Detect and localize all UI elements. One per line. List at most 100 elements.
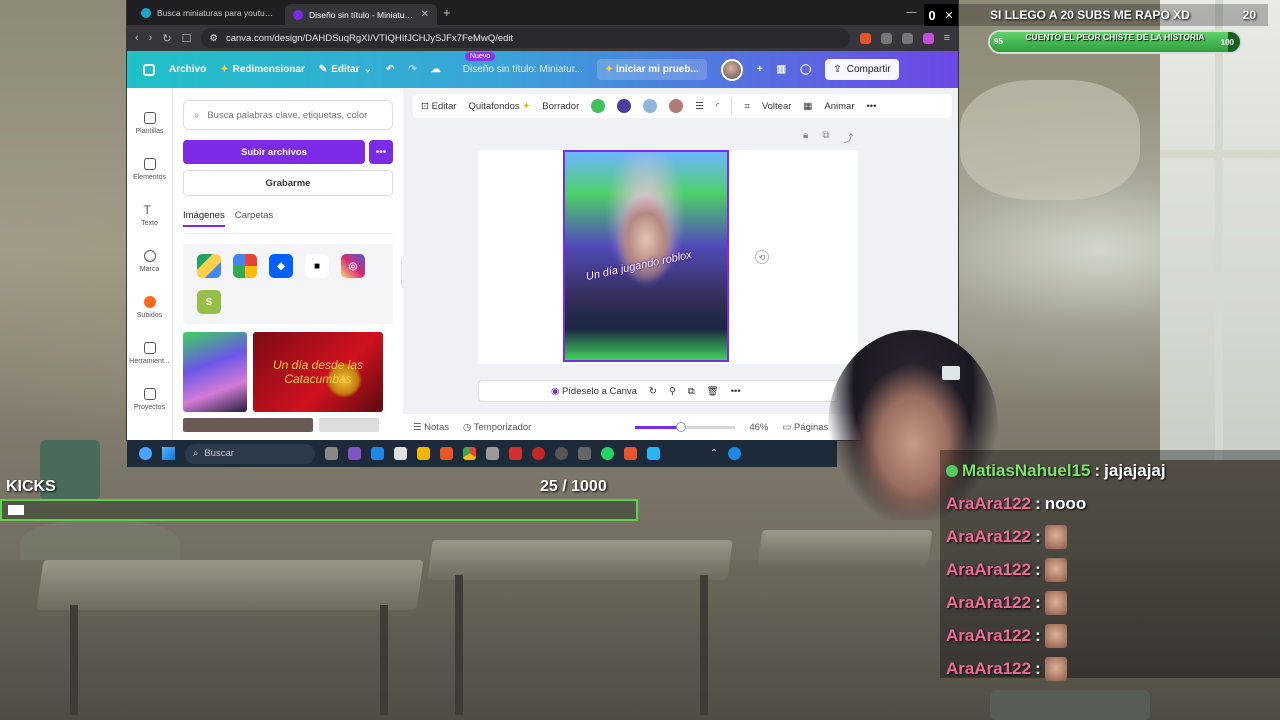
upload-thumbnail[interactable] bbox=[319, 418, 379, 432]
app-icon[interactable] bbox=[647, 447, 660, 460]
whatsapp-icon[interactable] bbox=[601, 447, 614, 460]
comment-icon[interactable]: ◯ bbox=[800, 64, 811, 75]
url-field[interactable]: ⚙ canva.com/design/DAHDSuqRgXI/VTIQHIfJC… bbox=[201, 28, 850, 48]
file-explorer-icon[interactable] bbox=[417, 447, 430, 460]
taskbar-search[interactable]: ⌕ Buscar bbox=[185, 443, 315, 464]
dropbox-icon[interactable]: ◆ bbox=[269, 254, 293, 278]
add-page-icon[interactable]: ⤴ bbox=[843, 130, 853, 145]
profile-icon[interactable] bbox=[922, 32, 934, 44]
color-swatch[interactable] bbox=[643, 99, 658, 113]
edit-image-button[interactable]: ⊡ Editar bbox=[421, 101, 456, 112]
record-button[interactable]: Grabarme bbox=[183, 170, 393, 196]
weather-icon[interactable] bbox=[139, 447, 152, 460]
cloud-save-icon[interactable]: ☁ bbox=[431, 64, 441, 75]
sidebar-icon[interactable] bbox=[901, 32, 913, 44]
steam-icon[interactable] bbox=[555, 447, 568, 460]
corner-rounding-icon[interactable]: ◜ bbox=[716, 101, 720, 112]
undo-icon[interactable]: ↶ bbox=[386, 64, 394, 75]
close-tab-icon[interactable]: ✕ bbox=[421, 9, 429, 20]
selected-image[interactable]: Un día jugando roblox bbox=[563, 150, 729, 362]
tab-images[interactable]: Imágenes bbox=[183, 210, 225, 227]
rail-item-templates[interactable]: Plantillas bbox=[127, 100, 172, 146]
lock-icon[interactable]: 🔒︎ bbox=[803, 130, 808, 145]
site-info-icon[interactable]: ⚙ bbox=[209, 33, 218, 44]
eraser-button[interactable]: Borrador bbox=[542, 101, 579, 112]
forward-icon[interactable]: › bbox=[149, 32, 153, 44]
zoom-slider[interactable] bbox=[635, 421, 736, 432]
back-icon[interactable]: ‹ bbox=[135, 32, 139, 44]
magic-ask-button[interactable]: ◉ Pídeselo a Canva bbox=[551, 386, 637, 397]
notes-button[interactable]: ☰ Notas bbox=[413, 422, 449, 433]
tray-chevron-icon[interactable]: ⌃ bbox=[710, 448, 718, 459]
rotate-icon[interactable]: ⟲ bbox=[755, 250, 769, 264]
crop-icon[interactable]: ⌗ bbox=[744, 101, 749, 112]
store-icon[interactable] bbox=[394, 447, 407, 460]
rail-item-tools[interactable]: Herramient... bbox=[127, 330, 172, 376]
zoom-handle[interactable] bbox=[676, 421, 687, 432]
more-icon[interactable]: ••• bbox=[731, 386, 741, 397]
minimize-icon[interactable]: — bbox=[907, 7, 917, 18]
redo-icon[interactable]: ↷ bbox=[408, 64, 416, 75]
tab-canva-design[interactable]: Diseño sin título - Miniatura para Y ✕ bbox=[285, 4, 437, 25]
new-tab-icon[interactable]: + bbox=[443, 5, 451, 20]
color-swatch[interactable] bbox=[669, 99, 684, 113]
bg-remover-button[interactable]: Quitafondos ✦ bbox=[468, 101, 530, 112]
tab-folders[interactable]: Carpetas bbox=[235, 210, 274, 227]
windows-start-icon[interactable] bbox=[162, 447, 175, 460]
app-icon[interactable] bbox=[509, 447, 522, 460]
copilot-icon[interactable] bbox=[348, 447, 361, 460]
more-icon[interactable]: ••• bbox=[866, 101, 876, 112]
task-view-icon[interactable] bbox=[325, 447, 338, 460]
pages-button[interactable]: ▭ Páginas bbox=[782, 422, 828, 433]
animate-button[interactable]: Animar bbox=[824, 101, 854, 112]
mic-icon[interactable] bbox=[486, 447, 499, 460]
insights-icon[interactable]: ▥ bbox=[777, 64, 786, 75]
refresh-icon[interactable]: ↻ bbox=[649, 386, 657, 397]
more-options-button[interactable]: ••• bbox=[369, 140, 393, 164]
brave-icon[interactable] bbox=[624, 447, 637, 460]
transparency-icon[interactable]: ▦ bbox=[803, 101, 812, 112]
rail-item-brand[interactable]: Marca bbox=[127, 238, 172, 284]
home-icon[interactable] bbox=[143, 63, 155, 76]
google-photos-icon[interactable] bbox=[233, 254, 257, 278]
start-trial-button[interactable]: ✦ iniciar mi prueb... bbox=[596, 59, 707, 80]
bookmark-icon[interactable]: ☐ bbox=[182, 32, 192, 45]
border-style-icon[interactable]: ☰ bbox=[695, 101, 704, 112]
extension-icon[interactable] bbox=[880, 32, 892, 44]
app-icon[interactable] bbox=[578, 447, 591, 460]
box-icon[interactable]: ■ bbox=[305, 254, 329, 278]
chrome-icon[interactable] bbox=[463, 447, 476, 460]
add-collaborator-icon[interactable]: + bbox=[757, 64, 763, 75]
timer-button[interactable]: ◷ Temporizador bbox=[463, 422, 531, 433]
zoom-value[interactable]: 46% bbox=[749, 422, 768, 433]
archivo-menu[interactable]: Archivo bbox=[169, 64, 206, 75]
mail-icon[interactable] bbox=[371, 447, 384, 460]
upload-thumbnail[interactable] bbox=[183, 332, 247, 412]
instagram-icon[interactable]: ◎ bbox=[341, 254, 365, 278]
rail-item-projects[interactable]: Proyectos bbox=[127, 376, 172, 422]
search-input[interactable] bbox=[207, 109, 378, 121]
upload-files-button[interactable]: Subir archivos bbox=[183, 140, 365, 164]
upload-thumbnail[interactable]: Un día desde las Catacumbas bbox=[253, 332, 383, 412]
obs-icon[interactable] bbox=[532, 447, 545, 460]
lock-icon[interactable]: ⚲ bbox=[669, 386, 676, 397]
upload-thumbnail[interactable] bbox=[183, 418, 313, 432]
brave-icon[interactable] bbox=[440, 447, 453, 460]
reload-icon[interactable]: ↻ bbox=[162, 32, 171, 45]
duplicate-icon[interactable]: ⧉ bbox=[688, 386, 695, 397]
color-swatch[interactable] bbox=[591, 99, 606, 113]
redimensionar-button[interactable]: ✦ Redimensionar bbox=[220, 64, 305, 75]
rail-item-elements[interactable]: Elementos bbox=[127, 146, 172, 192]
shopify-icon[interactable]: S bbox=[197, 290, 221, 314]
menu-icon[interactable]: ≡ bbox=[944, 32, 950, 44]
avatar[interactable] bbox=[720, 58, 743, 81]
flip-button[interactable]: Voltear bbox=[762, 101, 792, 112]
rail-item-uploads[interactable]: Subidos bbox=[127, 284, 172, 330]
delete-icon[interactable]: 🗑︎ bbox=[707, 386, 719, 397]
editar-menu[interactable]: ✎ Editar ⌄ bbox=[319, 64, 372, 75]
color-swatch[interactable] bbox=[617, 99, 632, 113]
brave-shield-icon[interactable] bbox=[859, 32, 871, 44]
document-title[interactable]: Diseño sin título: Miniatur... bbox=[463, 64, 583, 75]
google-drive-icon[interactable] bbox=[197, 254, 221, 278]
duplicate-page-icon[interactable]: ⧉ bbox=[822, 130, 829, 145]
